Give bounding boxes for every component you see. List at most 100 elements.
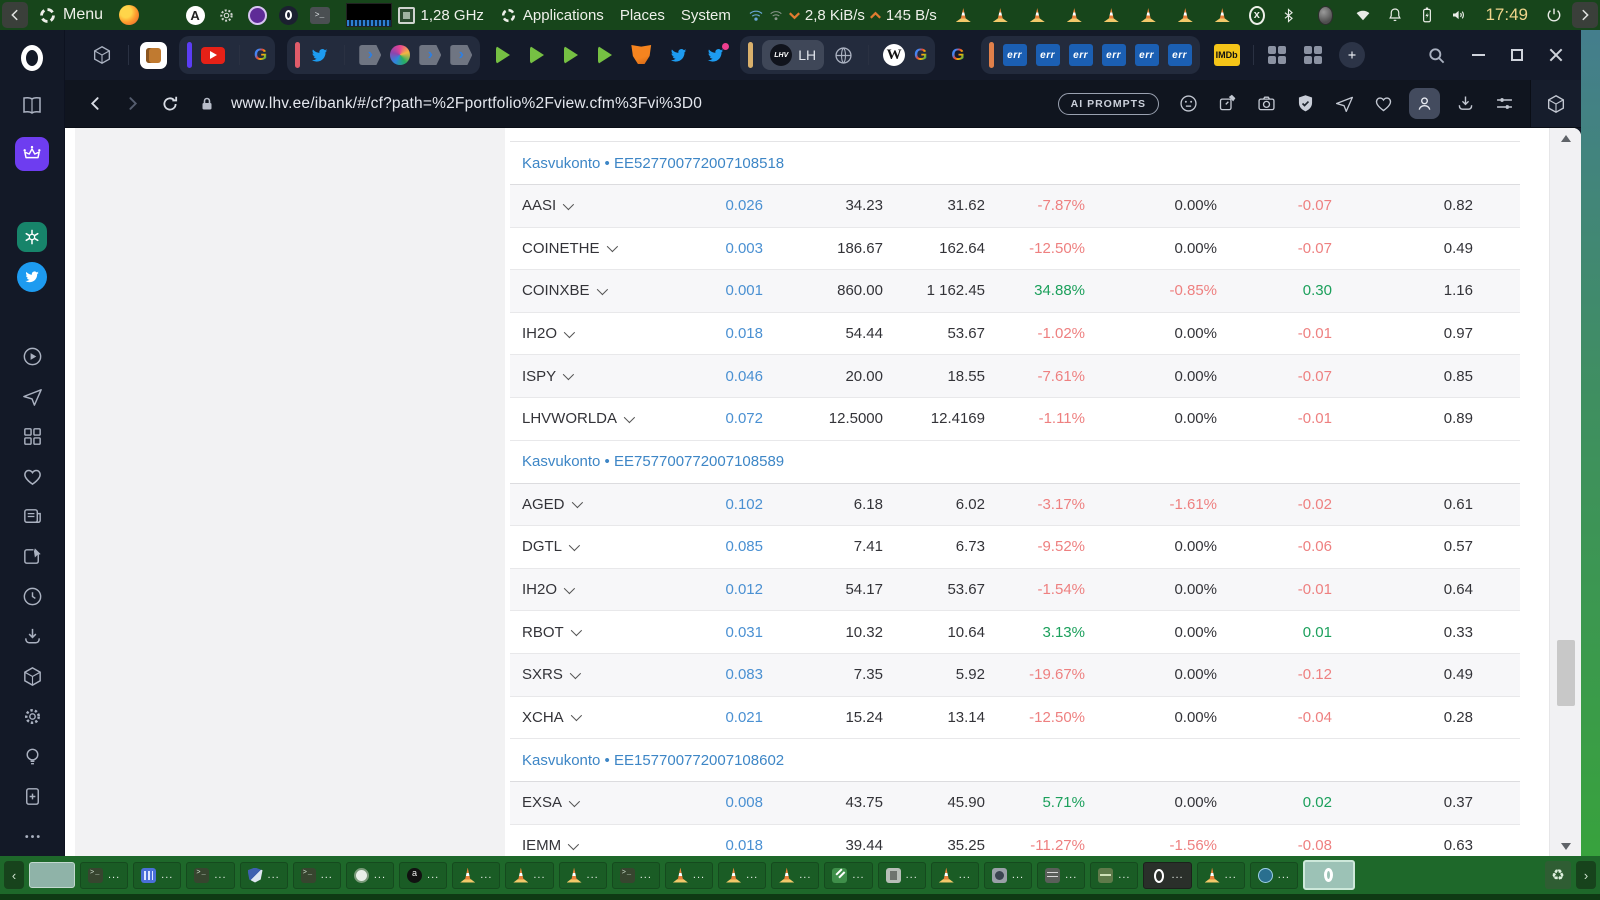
ticker-cell[interactable]: COINETHE (510, 240, 680, 257)
tab-twitter[interactable] (309, 45, 330, 66)
holding-row[interactable]: ISPY 0.046 20.00 18.55 -7.61% 0.00% -0.07 0.85 (510, 355, 1520, 398)
sidebar-twitter[interactable] (0, 257, 65, 297)
ticker-cell[interactable]: IEMM (510, 837, 680, 854)
extensions-cube-icon[interactable] (1545, 93, 1567, 115)
scroll-down-arrow[interactable] (1550, 838, 1581, 854)
chevron-down-icon[interactable] (562, 198, 575, 211)
main-menu[interactable]: Menu (38, 6, 103, 25)
terminal-launcher-icon[interactable]: >_ (309, 6, 330, 24)
vlc-cone-icon[interactable] (1029, 8, 1045, 22)
taskbar-window-button[interactable] (29, 862, 75, 888)
qty-cell[interactable]: 0.001 (680, 282, 763, 299)
taskbar-window-button-terminal[interactable]: ... (186, 861, 235, 889)
taskbar-active-opera-window[interactable] (1302, 860, 1355, 890)
notifications-bell-icon[interactable] (1386, 6, 1404, 24)
qty-cell[interactable]: 0.003 (680, 240, 763, 257)
taskbar-window-button-terminal[interactable]: ... (80, 861, 129, 889)
search-app-icon[interactable]: A (185, 5, 205, 25)
battery-icon[interactable] (1418, 6, 1436, 24)
sidebar-bookmarks[interactable] (0, 456, 65, 496)
taskbar-window-button-app-grid[interactable]: ... (133, 861, 182, 889)
sidebar-reading-list[interactable] (0, 86, 65, 126)
tab-video-player[interactable] (564, 46, 579, 64)
tab-video-player[interactable] (598, 46, 613, 64)
holding-row[interactable]: IH2O 0.012 54.17 53.67 -1.54% 0.00% -0.01 0.64 (510, 568, 1520, 612)
chevron-down-icon[interactable] (623, 411, 636, 424)
tab-lhv-active[interactable]: LHV LH (762, 40, 825, 70)
qty-cell[interactable]: 0.018 (680, 325, 763, 342)
taskbar-window-button-opera[interactable]: ... (1143, 861, 1192, 889)
ticker-cell[interactable]: AASI (510, 197, 680, 214)
sidebar-more-options[interactable] (0, 816, 65, 856)
chevron-down-icon[interactable] (570, 625, 582, 637)
tab-err-news[interactable]: err (1101, 44, 1126, 66)
tab-forum[interactable]: › (359, 45, 382, 65)
account-link[interactable]: Kasvukonto • EE757700772007108589 (522, 453, 784, 470)
taskbar-window-button-disc[interactable]: ... (345, 861, 395, 889)
qty-cell[interactable]: 0.072 (680, 410, 763, 427)
chevron-down-icon[interactable] (571, 497, 583, 509)
trash-applet[interactable]: ♻ (1545, 861, 1571, 889)
account-link[interactable]: Kasvukonto • EE527700772007108518 (522, 155, 784, 172)
snapshot-camera-icon[interactable] (1256, 93, 1277, 114)
sidebar-settings[interactable] (0, 696, 65, 736)
qty-cell[interactable]: 0.026 (680, 197, 763, 214)
tab-island-indicator[interactable] (295, 42, 301, 68)
qty-cell[interactable]: 0.018 (680, 837, 763, 854)
chevron-down-icon[interactable] (562, 369, 575, 381)
settings-gears-icon[interactable] (217, 6, 236, 25)
quit-app-tray-icon[interactable]: x (1248, 5, 1265, 25)
tab-google[interactable]: G (254, 45, 267, 65)
chevron-down-icon[interactable] (568, 539, 581, 552)
taskbar-window-button-file-manager[interactable]: ... (877, 861, 926, 889)
network-signal-icon[interactable] (747, 6, 765, 24)
send-to-device-icon[interactable] (1334, 93, 1355, 114)
volume-icon[interactable] (1450, 6, 1468, 24)
page-settings-sliders-icon[interactable] (1494, 93, 1515, 114)
tab-colorful-site[interactable] (390, 45, 411, 65)
ai-prompts-button[interactable]: AI PROMPTS (1057, 92, 1159, 115)
chevron-down-icon[interactable] (563, 582, 576, 594)
tab-google[interactable]: G (914, 45, 927, 65)
qty-cell[interactable]: 0.102 (680, 496, 763, 513)
places-menu[interactable]: Places (620, 7, 665, 24)
window-minimize-button[interactable] (1472, 54, 1485, 56)
qty-cell[interactable]: 0.012 (680, 581, 763, 598)
tab-err-news[interactable]: err (1134, 44, 1159, 66)
sidebar-speed-dial[interactable] (0, 416, 65, 456)
tab-metamask[interactable] (631, 45, 652, 64)
vlc-cone-icon[interactable] (1177, 8, 1193, 22)
ticker-cell[interactable]: ISPY (510, 368, 680, 385)
taskbar-window-button-text-editor[interactable]: ... (824, 861, 873, 889)
tab-err-news[interactable]: err (1068, 44, 1093, 66)
power-icon[interactable] (1545, 6, 1563, 24)
chevron-down-icon[interactable] (606, 241, 618, 253)
chevron-down-icon[interactable] (567, 838, 580, 850)
taskbar-window-button-vlc-cone[interactable]: ... (1196, 861, 1245, 889)
tab-speed-dial[interactable] (1267, 46, 1286, 64)
taskbar-scroll-left-button[interactable]: ‹ (4, 861, 24, 889)
tab-err-news[interactable]: err (1002, 44, 1027, 66)
sidebar-pinboards[interactable] (0, 536, 65, 576)
taskbar-window-button-vlc-cone[interactable]: ... (558, 861, 607, 889)
ticker-cell[interactable]: SXRS (510, 666, 680, 683)
tab-twitter[interactable] (668, 45, 689, 66)
tab-forum[interactable]: › (419, 45, 442, 65)
chevron-down-icon[interactable] (570, 710, 582, 722)
taskbar-window-button-vlc-cone[interactable]: ... (771, 861, 820, 889)
tab-island-indicator[interactable] (187, 42, 192, 68)
qty-cell[interactable]: 0.008 (680, 794, 763, 811)
tab-wikipedia[interactable]: W (883, 44, 906, 66)
account-link[interactable]: Kasvukonto • EE157700772007108602 (522, 752, 784, 769)
ticker-cell[interactable]: AGED (510, 496, 680, 513)
profile-button[interactable] (1409, 88, 1440, 119)
tab-youtube[interactable] (201, 46, 225, 64)
qty-cell[interactable]: 0.083 (680, 666, 763, 683)
qty-cell[interactable]: 0.031 (680, 624, 763, 641)
taskbar-window-button-terminal[interactable]: ... (611, 861, 660, 889)
url-text[interactable]: www.lhv.ee/ibank/#/cf?path=%2Fportfolio%… (231, 95, 702, 113)
sidebar-tips[interactable] (0, 736, 65, 776)
clock[interactable]: 17:49 (1485, 5, 1528, 25)
taskbar-scroll-right-button[interactable]: › (1576, 861, 1596, 889)
sidebar-aria-ai[interactable] (0, 126, 65, 182)
